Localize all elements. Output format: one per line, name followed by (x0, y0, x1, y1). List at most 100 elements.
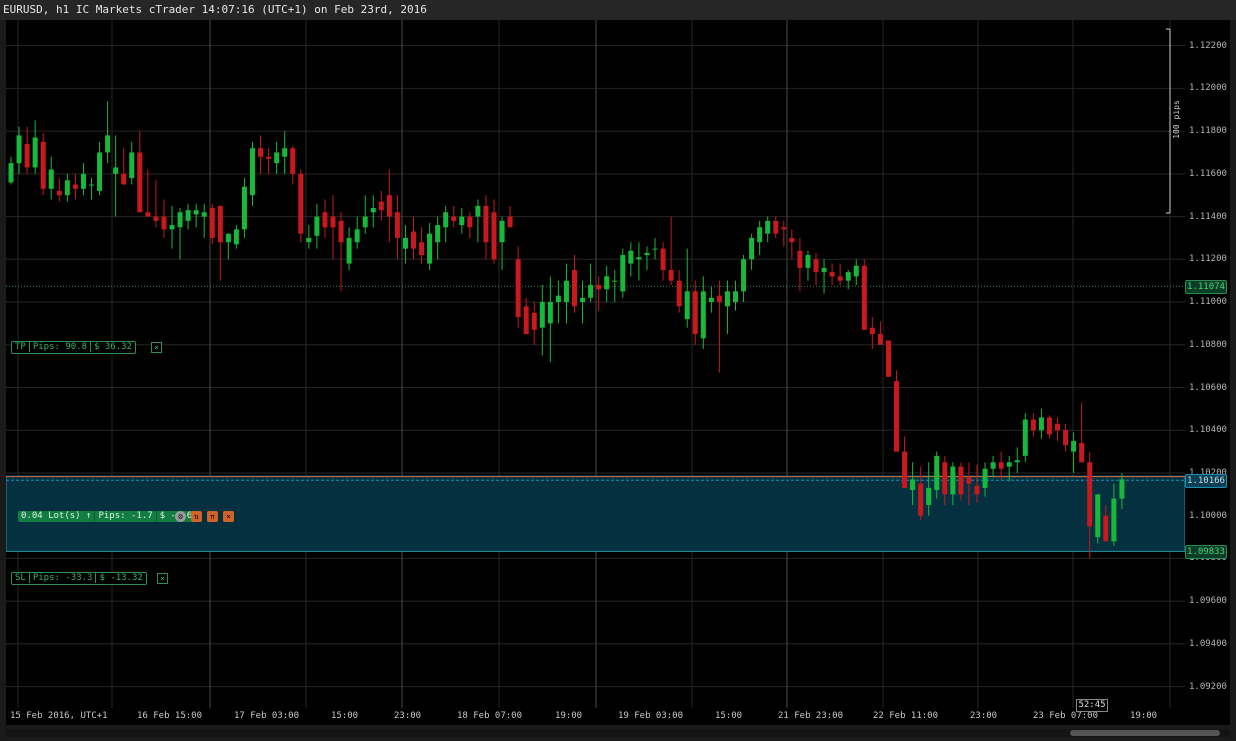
sl-close-button[interactable]: × (157, 573, 168, 584)
price-tick-label: 1.09600 (1189, 596, 1227, 607)
candle-body (1079, 443, 1085, 463)
tp-usd: $ 36.32 (94, 342, 132, 352)
double-icon[interactable]: ⇈ (207, 511, 218, 522)
candle-body (668, 269, 674, 281)
candle-body (982, 468, 988, 488)
candle-body (177, 212, 183, 228)
candle-body (56, 190, 62, 196)
time-tick-label: 17 Feb 03:00 (234, 711, 300, 721)
candle-body (604, 276, 610, 290)
take-profit-label[interactable]: TP Pips: 90.8 $ 36.32 (11, 341, 136, 354)
candle-body (89, 184, 94, 186)
candle-body (105, 135, 111, 153)
candle-body (475, 205, 481, 217)
tp-close-button[interactable]: × (151, 342, 162, 353)
position-label[interactable]: 0.04 Lot(s) ↑Pips: -1.7$ -0.68 (18, 511, 201, 522)
sl-price-tag: 1.09833 (1185, 545, 1227, 560)
candle-body (966, 477, 972, 484)
candle-body (563, 280, 569, 303)
candle-body (580, 297, 586, 303)
price-axis[interactable]: 1.092001.094001.096001.098001.100001.102… (1185, 20, 1230, 708)
candle-body (877, 334, 883, 345)
price-tick-label: 1.09400 (1189, 638, 1227, 649)
chart-window: EURUSD, h1 IC Markets cTrader 14:07:16 (… (0, 0, 1236, 741)
candle-body (845, 272, 851, 281)
tp-pips: Pips: 90.8 (29, 342, 92, 352)
price-tick-label: 1.12000 (1189, 83, 1227, 94)
candle-body (531, 312, 537, 330)
tp-price-tag: 1.11074 (1185, 280, 1227, 295)
scrollbar-thumb[interactable] (1070, 730, 1220, 736)
candle-body (773, 220, 779, 234)
candle-body (338, 220, 344, 243)
candle-body (781, 227, 787, 230)
time-tick-label: 23:00 (394, 711, 422, 721)
candle-body (1014, 460, 1020, 463)
title-bar: EURUSD, h1 IC Markets cTrader 14:07:16 (… (0, 0, 1236, 20)
candle-body (620, 255, 626, 292)
candle-body (386, 195, 392, 217)
candle-body (861, 265, 867, 330)
candle-body (427, 233, 433, 264)
price-tick-label: 1.11600 (1189, 168, 1227, 179)
scale-marker-label: 100 pips (1171, 100, 1181, 139)
candle-body (894, 381, 899, 452)
reverse-icon[interactable]: ⇅ (191, 511, 202, 522)
candle-body (233, 229, 239, 245)
candle-body (708, 297, 714, 303)
candle-body (491, 212, 497, 260)
tp-tag: TP (12, 342, 30, 352)
candle-body (8, 163, 14, 183)
candle-body (700, 291, 706, 339)
candle-body (692, 291, 698, 335)
candle-body (636, 257, 642, 260)
candle-body (1055, 423, 1060, 431)
candle-body (402, 237, 408, 249)
candle-body (1111, 498, 1117, 542)
candle-body (1103, 515, 1109, 542)
candle-body (652, 248, 658, 250)
candle-body (749, 237, 755, 260)
candle-body (459, 216, 465, 226)
chart-plot-area[interactable]: TP Pips: 90.8 $ 36.32 × SL Pips: -33.3 $ -13… (6, 20, 1185, 708)
sl-pips: Pips: -33.3 (29, 573, 97, 583)
candle-body (145, 212, 151, 217)
candle-body (274, 152, 280, 164)
candle-body (572, 269, 577, 307)
candle-body (950, 466, 956, 495)
candle-body (507, 216, 513, 228)
candle-body (885, 340, 891, 377)
time-axis[interactable]: 15 Feb 2016, UTC+1 16 Feb 15:00 17 Feb 03:… (6, 708, 1230, 725)
time-tick-label: 19 Feb 03:00 (618, 711, 684, 721)
horizontal-scrollbar[interactable] (6, 729, 1230, 737)
candle-body (1063, 430, 1069, 446)
time-tick-label: 23 Feb 07:00 (1033, 711, 1099, 721)
candle-body (1038, 417, 1044, 431)
settings-circle-icon[interactable]: ⚙ (175, 511, 186, 522)
candle-body (121, 173, 127, 185)
candle-body (64, 180, 70, 196)
time-tick-label: 16 Feb 15:00 (137, 711, 203, 721)
candle-body (241, 186, 247, 230)
candle-body (998, 462, 1004, 469)
sl-usd: $ -13.32 (99, 573, 143, 583)
candle-body (1006, 462, 1012, 467)
price-tick-label: 1.11000 (1189, 297, 1227, 308)
price-tick-label: 1.10600 (1189, 382, 1227, 393)
candle-body (354, 229, 360, 243)
candle-body (612, 280, 618, 282)
stop-loss-label[interactable]: SL Pips: -33.3 $ -13.32 (11, 572, 147, 585)
candle-body (185, 210, 191, 221)
candle-body (97, 152, 103, 191)
candle-body (137, 152, 143, 213)
close-icon[interactable]: × (223, 511, 234, 522)
candlestick-chart[interactable] (6, 20, 1185, 708)
candle-timer: 52:45 (1076, 699, 1108, 712)
candle-body (1095, 494, 1101, 538)
candle-body (217, 205, 223, 243)
bottom-bar (0, 725, 1236, 741)
price-tick-label: 1.12200 (1189, 40, 1227, 51)
candle-body (1087, 462, 1093, 527)
candle-body (435, 225, 441, 243)
candle-body (48, 169, 54, 189)
